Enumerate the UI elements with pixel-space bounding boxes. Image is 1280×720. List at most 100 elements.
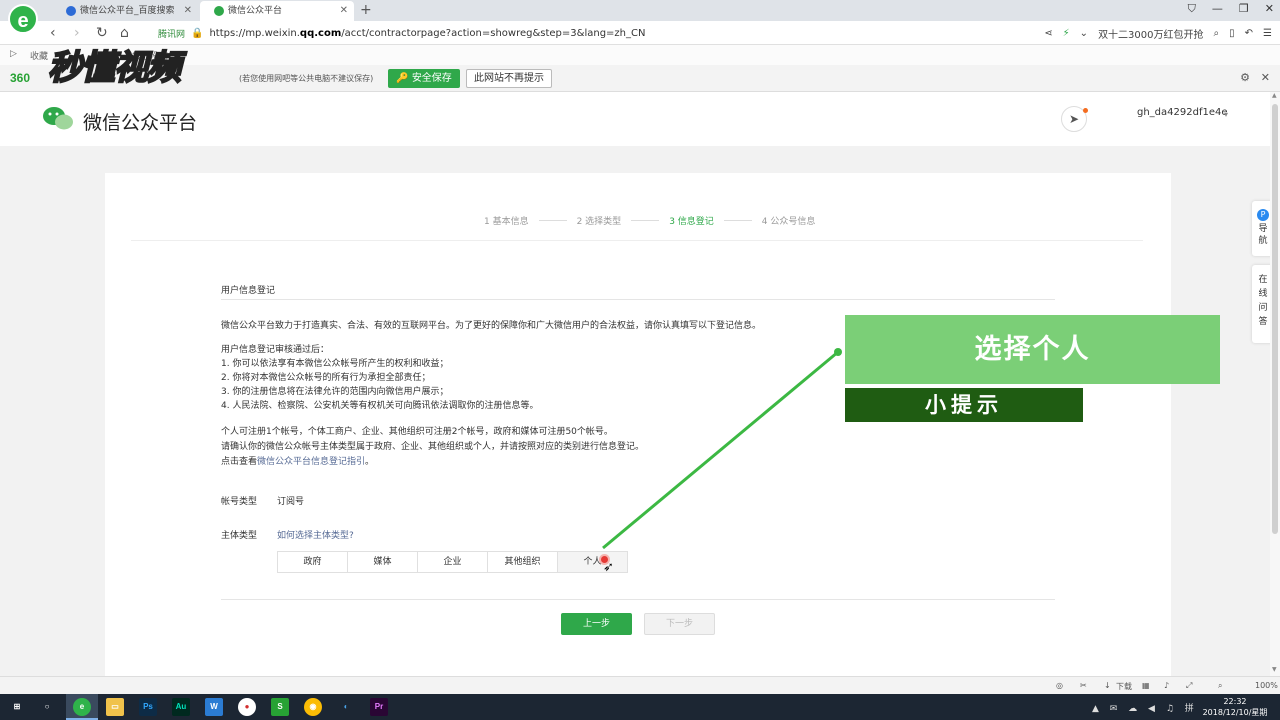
scroll-down-icon[interactable]: ▼ — [1272, 666, 1277, 673]
browser-360-icon[interactable]: e — [73, 698, 91, 716]
expand-icon[interactable]: ⤢ — [1186, 681, 1192, 691]
subject-type-label: 主体类型 — [221, 531, 258, 541]
account-type-value: 订阅号 — [277, 497, 305, 507]
gear-icon[interactable]: ⚙ — [1240, 71, 1250, 84]
sheet-app-icon[interactable]: S — [271, 698, 289, 716]
tab-baidu-search[interactable]: 微信公众平台_百度搜索 ✕ — [52, 1, 198, 21]
close-window-icon[interactable]: ✕ — [1265, 2, 1274, 16]
no-prompt-button[interactable]: 此网站不再提示 — [466, 69, 552, 88]
clock-date: 2018/12/10/星期一 — [1202, 708, 1268, 720]
maximize-icon[interactable]: ❐ — [1239, 2, 1249, 16]
chrome-icon[interactable]: ◉ — [304, 698, 322, 716]
video-watermark: 秒懂视频 — [47, 47, 182, 89]
intro-text: 微信公众平台致力于打造真实、合法、有效的互联网平台。为了更好的保障你和广大微信用… — [221, 321, 762, 331]
search-icon[interactable]: ⌕ — [1214, 28, 1220, 39]
scrollbar-thumb[interactable] — [1272, 104, 1278, 534]
tab-close-icon[interactable]: ✕ — [184, 1, 192, 21]
callout-tip-label: 小提示 — [845, 388, 1083, 422]
new-tab-button[interactable]: + — [360, 1, 372, 19]
divider — [131, 240, 1143, 241]
recorder-icon[interactable]: ● — [238, 698, 256, 716]
skin-icon[interactable]: ⛉ — [1188, 2, 1196, 16]
lightning-icon[interactable]: ⚡ — [1063, 28, 1070, 39]
zoom-level[interactable]: 100% — [1255, 681, 1278, 690]
tab-close-icon[interactable]: ✕ — [340, 1, 348, 21]
tools-icon[interactable]: ✂ — [1080, 681, 1087, 690]
step-info-registration: 3 信息登记 — [669, 217, 714, 227]
bookmark-item[interactable]: 收藏 — [30, 49, 48, 62]
step-separator — [631, 220, 660, 221]
review-item: 2. 你将对本微信公众帐号的所有行为承担全部责任； — [221, 373, 431, 383]
close-icon[interactable]: ✕ — [1261, 71, 1270, 84]
page-header: 微信公众平台 ➤ gh_da4292df1e4e ▾ — [0, 92, 1270, 146]
photoshop-icon[interactable]: Ps — [139, 698, 157, 716]
undo-icon[interactable]: ↶ — [1245, 28, 1253, 39]
tab-weixin-platform[interactable]: 微信公众平台 ✕ — [200, 1, 354, 21]
browser-logo-icon[interactable]: e — [8, 4, 38, 34]
option-media[interactable]: 媒体 — [348, 552, 418, 572]
windows-taskbar: ⊞ ○ e ▭ Ps Au W ● S ◉ ◐ Pr ▲ ✉ ☁ ◀ ♫ 拼 2… — [0, 694, 1280, 720]
search-promo[interactable]: 双十二3000万红包开抢 — [1098, 26, 1203, 41]
cortana-icon[interactable]: ○ — [38, 698, 56, 716]
nav-p-icon: P — [1257, 209, 1269, 221]
bookmark-bar: ▷ 收藏 您还没有 — [0, 45, 1280, 65]
audition-icon[interactable]: Au — [172, 698, 190, 716]
safe-save-button[interactable]: 🔑 安全保存 — [388, 69, 460, 88]
divider — [221, 299, 1055, 300]
subject-type-selector: 政府 媒体 企业 其他组织 个人 — [277, 551, 628, 573]
chevron-down-icon[interactable]: ▾ — [1224, 110, 1228, 119]
option-government[interactable]: 政府 — [278, 552, 348, 572]
taskbar-clock[interactable]: 22:32 2018/12/10/星期一 — [1200, 696, 1270, 720]
browser-status-bar: ◎ ✂ ↓ 下载 ▦ ♪ ⤢ ⌕ 100% — [0, 676, 1280, 694]
clock-time: 22:32 — [1223, 697, 1247, 706]
premiere-icon[interactable]: Pr — [370, 698, 388, 716]
rule-text: 个人可注册1个帐号，个体工商户、企业、其他组织可注册2个帐号，政府和媒体可注册5… — [221, 427, 613, 437]
guide-text: 点击查看微信公众平台信息登记指引。 — [221, 457, 375, 467]
url-text: https://mp.weixin.qq.com/acct/contractor… — [209, 27, 646, 39]
option-enterprise[interactable]: 企业 — [418, 552, 488, 572]
scroll-up-icon[interactable]: ▲ — [1272, 92, 1277, 99]
next-step-button[interactable]: 下一步 — [644, 613, 715, 635]
page-scrollbar[interactable] — [1270, 92, 1280, 676]
review-heading: 用户信息登记审核通过后： — [221, 345, 330, 355]
windows-start-icon[interactable]: ⊞ — [8, 698, 26, 716]
chevron-down-icon[interactable]: ⌄ — [1080, 28, 1088, 39]
menu-icon[interactable]: ☰ — [1263, 28, 1272, 39]
wechat-logo-icon — [43, 107, 73, 130]
account-name[interactable]: gh_da4292df1e4e — [1137, 107, 1228, 118]
edge-icon[interactable]: ◐ — [337, 698, 355, 716]
site-badge: 腾讯网 — [158, 29, 186, 40]
file-explorer-icon[interactable]: ▭ — [106, 698, 124, 716]
subject-type-help-link[interactable]: 如何选择主体类型? — [277, 528, 354, 541]
step-separator — [723, 220, 752, 221]
review-item: 3. 你的注册信息将在法律允许的范围内向微信用户展示； — [221, 387, 449, 397]
account-type-label: 帐号类型 — [221, 497, 258, 507]
option-other-org[interactable]: 其他组织 — [488, 552, 558, 572]
progress-steps: 1 基本信息 2 选择类型 3 信息登记 4 公众号信息 — [484, 214, 815, 227]
step-select-type: 2 选择类型 — [576, 217, 622, 227]
system-tray-icons[interactable]: ▲ ✉ ☁ ◀ ♫ 拼 — [1092, 701, 1198, 714]
section-title: 用户信息登记 — [221, 286, 276, 296]
mouse-cursor-icon: ➶ — [603, 560, 614, 575]
callout-main-label: 选择个人 — [845, 315, 1220, 384]
word-icon[interactable]: W — [205, 698, 223, 716]
url-field[interactable]: 腾讯网 🔒 https://mp.weixin.qq.com/acct/cont… — [158, 24, 645, 42]
grid-icon[interactable]: ▦ — [1142, 681, 1150, 690]
step-separator — [538, 220, 567, 221]
password-save-bar: 360 (若您使用网吧等公共电脑不建议保存) 🔑 安全保存 此网站不再提示 ⚙ … — [0, 65, 1280, 92]
search-icon[interactable]: ⌕ — [1218, 681, 1222, 691]
reader-icon[interactable]: ▯ — [1229, 28, 1235, 39]
minimize-icon[interactable]: — — [1212, 2, 1223, 16]
share-icon[interactable]: ⋖ — [1044, 28, 1052, 39]
wechat-favicon-icon — [214, 6, 224, 16]
prev-step-button[interactable]: 上一步 — [561, 613, 632, 635]
guide-link[interactable]: 微信公众平台信息登记指引 — [257, 457, 365, 467]
option-individual[interactable]: 个人 — [558, 552, 627, 572]
download-icon[interactable]: ↓ — [1104, 681, 1111, 690]
platform-title: 微信公众平台 — [83, 112, 198, 134]
download-label[interactable]: 下载 — [1116, 681, 1132, 692]
status-icon[interactable]: ◎ — [1056, 681, 1063, 690]
speaker-icon[interactable]: ♪ — [1164, 681, 1169, 690]
360-logo: 360 — [10, 71, 31, 85]
bookmark-toggle-icon[interactable]: ▷ — [10, 49, 17, 59]
